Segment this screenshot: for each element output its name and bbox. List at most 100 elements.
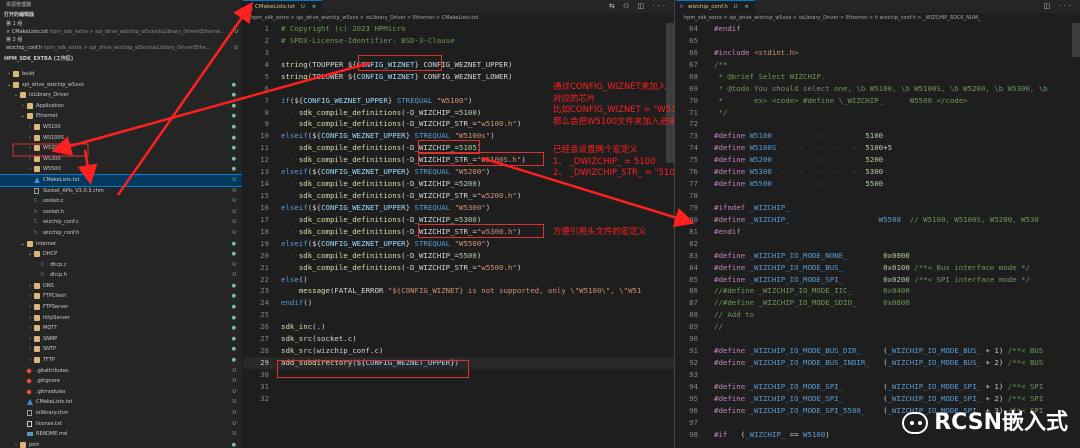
tree-item[interactable]: › W5100S ● bbox=[0, 133, 242, 144]
tree-item[interactable]: Csocket.c U bbox=[0, 196, 242, 207]
code-line[interactable]: 76 #define W5300 → → → → → 5300 bbox=[676, 166, 1080, 178]
code-line[interactable]: 10 elseif(${CONFIG_WEZNET_UPPER} STREQUAL… bbox=[243, 130, 674, 142]
tree-item[interactable]: › W5200 ● bbox=[0, 143, 242, 154]
chevron-right-icon[interactable]: › bbox=[27, 355, 33, 366]
code-line[interactable]: 74 #define W5100S → → → → → 5100+5 bbox=[676, 142, 1080, 154]
tree-item[interactable]: › SNMP ● bbox=[0, 334, 242, 345]
tree-item[interactable]: ⌄ ioLibrary_Driver ● bbox=[0, 90, 242, 101]
tree-item[interactable]: › Application ● bbox=[0, 101, 242, 112]
code-line[interactable]: 88 // Add to bbox=[676, 309, 1080, 321]
tree-item[interactable]: › MQTT ● bbox=[0, 323, 242, 334]
tree-item[interactable]: iolibrary.chm U bbox=[0, 408, 242, 419]
code-line[interactable]: 24 endif() bbox=[243, 297, 674, 309]
tree-item[interactable]: .gitignore U bbox=[0, 376, 242, 387]
code-line[interactable]: 78 bbox=[676, 190, 1080, 202]
code-line[interactable]: 28 sdk_src(wizchip_conf.c) bbox=[243, 345, 674, 357]
code-line[interactable]: 14 ····sdk_compile_definitions(-D_WIZCHIP… bbox=[243, 178, 674, 190]
chevron-down-icon[interactable]: ⌄ bbox=[13, 90, 19, 101]
chevron-down-icon[interactable]: ⌄ bbox=[27, 249, 33, 260]
tab-wizchip-conf[interactable]: h wizchip_conf.h U × bbox=[676, 0, 755, 13]
tree-item[interactable]: › FTPServer ● bbox=[0, 302, 242, 313]
chevron-down-icon[interactable]: ⌄ bbox=[20, 111, 26, 122]
tree-item[interactable]: › build bbox=[0, 69, 242, 80]
chevron-right-icon[interactable]: › bbox=[27, 281, 33, 292]
code-line[interactable]: 30 bbox=[243, 369, 674, 381]
code-line[interactable]: 80 #define _WIZCHIP_ W5500 // W5100, W510… bbox=[676, 214, 1080, 226]
tree-item[interactable]: Cdhcp.c U bbox=[0, 260, 242, 271]
code-line[interactable]: 69 * @todo You should select one, \b W51… bbox=[676, 83, 1080, 95]
code-line[interactable]: 91 #define _WIZCHIP_IO_MODE_BUS_DIR_ (_WI… bbox=[676, 345, 1080, 357]
chevron-right-icon[interactable]: › bbox=[27, 313, 33, 324]
chevron-right-icon[interactable]: › bbox=[13, 440, 19, 448]
code-line[interactable]: 65 bbox=[676, 35, 1080, 47]
tree-item[interactable]: CMakeLists.txt U bbox=[0, 397, 242, 408]
tree-item[interactable]: h wizchip_conf.h U bbox=[0, 228, 242, 239]
editor-actions[interactable]: ◫ ··· bbox=[1043, 0, 1074, 13]
code-line[interactable]: 1 # Copyright (c) 2023 HPMicro bbox=[243, 23, 674, 35]
code-line[interactable]: 86 //#define _WIZCHIP_IO_MODE_IIC_ 0x0400 bbox=[676, 285, 1080, 297]
chevron-right-icon[interactable]: › bbox=[20, 101, 26, 112]
code-line[interactable]: 70 * ex> <code> #define \_WIZCHIP_ W5500… bbox=[676, 95, 1080, 107]
code-line[interactable]: 83 #define _WIZCHIP_IO_MODE_NONE_ 0x0000 bbox=[676, 250, 1080, 262]
vertical-scrollbar[interactable] bbox=[1072, 23, 1080, 57]
tree-item[interactable]: README.md U bbox=[0, 429, 242, 440]
code-line[interactable]: 66 #include <stdint.h> bbox=[676, 47, 1080, 59]
tree-item[interactable]: ⌄ DHCP ● bbox=[0, 249, 242, 260]
code-line[interactable]: 68 * @brief Select WIZCHIP. bbox=[676, 71, 1080, 83]
code-line[interactable]: 64 #endif bbox=[676, 23, 1080, 35]
code-line[interactable]: 3 bbox=[243, 47, 674, 59]
tree-item[interactable]: › W5500 ● bbox=[0, 164, 242, 175]
chevron-right-icon[interactable]: › bbox=[27, 323, 33, 334]
code-line[interactable]: 79 #ifndef _WIZCHIP_ bbox=[676, 202, 1080, 214]
code-line[interactable]: 27 sdk_src(socket.c) bbox=[243, 333, 674, 345]
code-line[interactable]: 2 # SPDX-License-Identifier: BSD-3-Clause bbox=[243, 35, 674, 47]
open-editors-header[interactable]: 打开的编辑器 bbox=[0, 11, 242, 20]
code-line[interactable]: 5 string(TOLOWER ${CONFIG_WIZNET} CONFIG_… bbox=[243, 71, 674, 83]
code-line[interactable]: 26 sdk_inc(.) bbox=[243, 321, 674, 333]
code-line[interactable]: 23 ····message(FATAL_ERROR "${CONFIG_WIZN… bbox=[243, 285, 674, 297]
code-line[interactable]: 95 #define _WIZCHIP_IO_MODE_SPI_ (_WIZCHI… bbox=[676, 393, 1080, 405]
tree-item[interactable]: › W5300 ● bbox=[0, 154, 242, 165]
close-icon[interactable]: × bbox=[312, 4, 317, 10]
code-line[interactable]: 87 //#define _WIZCHIP_IO_MODE_SDIO_ 0x080… bbox=[676, 297, 1080, 309]
chevron-right-icon[interactable]: › bbox=[27, 143, 33, 154]
tree-item[interactable]: h socket.h U bbox=[0, 207, 242, 218]
open-editor-cmakelists[interactable]: × CMakeLists.txt hpm_sdk_extra > spi_dri… bbox=[0, 28, 242, 36]
tree-item[interactable]: ⌄ Internet ● bbox=[0, 239, 242, 250]
code-line[interactable]: 72 bbox=[676, 118, 1080, 130]
code-line[interactable]: 29 add_subdirectory(${CONFIG_WEZNET_UPPER… bbox=[243, 357, 674, 369]
tree-item[interactable]: › FTPClient ● bbox=[0, 291, 242, 302]
tree-item[interactable]: ⌄ Ethernet ● bbox=[0, 111, 242, 122]
chevron-right-icon[interactable]: › bbox=[27, 291, 33, 302]
close-icon[interactable]: × bbox=[744, 4, 749, 10]
chevron-right-icon[interactable]: › bbox=[27, 133, 33, 144]
chevron-right-icon[interactable]: › bbox=[27, 334, 33, 345]
code-line[interactable]: 4 string(TOUPPER ${CONFIG_WIZNET} CONFIG_… bbox=[243, 59, 674, 71]
chevron-right-icon[interactable]: › bbox=[27, 154, 33, 165]
chevron-right-icon[interactable]: › bbox=[27, 122, 33, 133]
code-line[interactable]: 21 ····sdk_compile_definitions(-D_WIZCHIP… bbox=[243, 262, 674, 274]
code-line[interactable]: 19 elseif(${CONFIG_WEZNET_UPPER} STREQUAL… bbox=[243, 238, 674, 250]
editor-actions[interactable]: ⇆ ⚇ ◫ ··· bbox=[609, 0, 668, 13]
code-line[interactable]: 85 #define _WIZCHIP_IO_MODE_SPI_ 0x0200 /… bbox=[676, 274, 1080, 286]
code-line[interactable]: 22 else() bbox=[243, 274, 674, 286]
chevron-right-icon[interactable]: › bbox=[27, 344, 33, 355]
chevron-down-icon[interactable]: ⌄ bbox=[6, 80, 12, 91]
tree-item[interactable]: CMakeLists.txt U bbox=[0, 173, 242, 187]
code-line[interactable]: 93 bbox=[676, 369, 1080, 381]
workspace-header[interactable]: HPM_SDK_EXTRA (工作区) bbox=[0, 55, 242, 64]
tree-item[interactable]: Cwizchip_conf.c U bbox=[0, 217, 242, 228]
open-editor-wizchip-conf[interactable]: wizchip_conf.h hpm_sdk_extra > spi_drive… bbox=[0, 44, 242, 52]
tree-item[interactable]: › DNS ● bbox=[0, 281, 242, 292]
tree-item[interactable]: ⌄ spi_drive_wizchip_w5xxx ● bbox=[0, 80, 242, 91]
code-line[interactable]: 77 #define W5500 → → → → → 5500 bbox=[676, 178, 1080, 190]
code-line[interactable]: 82 bbox=[676, 238, 1080, 250]
code-line[interactable]: 84 #define _WIZCHIP_IO_MODE_BUS_ 0x0100 /… bbox=[676, 262, 1080, 274]
code-line[interactable]: 25 bbox=[243, 309, 674, 321]
tree-item[interactable]: › TFTP ● bbox=[0, 355, 242, 366]
breadcrumb[interactable]: hpm_sdk_extra > spi_drive_wizchip_w5xxx … bbox=[676, 13, 1080, 23]
tree-item[interactable]: license.txt U bbox=[0, 419, 242, 430]
code-line[interactable]: 94 #define _WIZCHIP_IO_MODE_SPI_ (_WIZCHI… bbox=[676, 381, 1080, 393]
breadcrumb[interactable]: hpm_sdk_extra > spi_drive_wizchip_w5xxx … bbox=[243, 13, 674, 23]
code-line[interactable]: 17 ····sdk_compile_definitions(-D_WIZCHIP… bbox=[243, 214, 674, 226]
